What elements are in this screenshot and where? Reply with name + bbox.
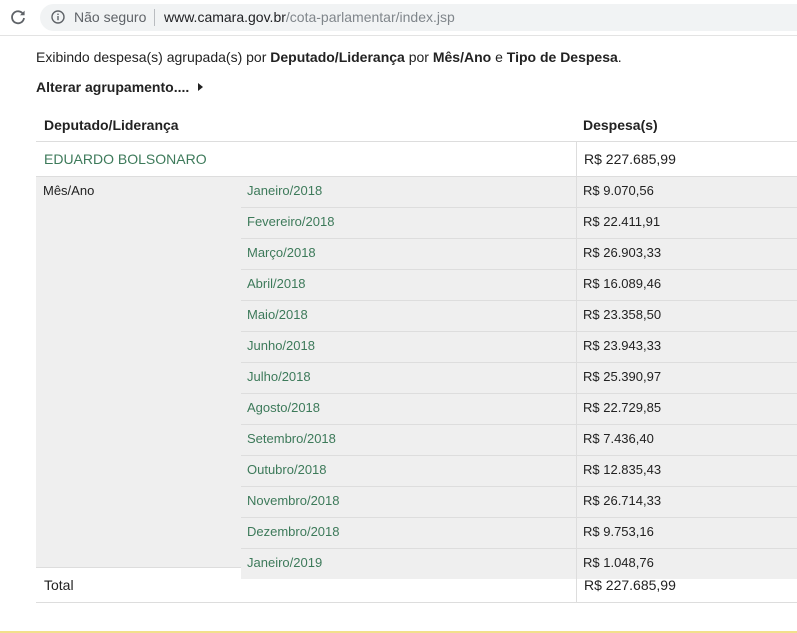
column-divider [576,332,577,362]
address-bar[interactable]: Não seguro www.camara.gov.br/cota-parlam… [40,4,797,31]
month-value: R$ 9.753,16 [583,524,654,539]
summary-prefix: Exibindo despesa(s) agrupada(s) por [36,49,271,65]
deputado-total: R$ 227.685,99 [584,151,676,167]
month-link[interactable]: Agosto/2018 [247,400,320,415]
month-link[interactable]: Novembro/2018 [247,493,340,508]
summary-middle-2: e [491,49,507,65]
month-link[interactable]: Julho/2018 [247,369,311,384]
alter-grouping-label: Alterar agrupamento.... [36,79,190,95]
column-divider [576,425,577,455]
grouping-summary: Exibindo despesa(s) agrupada(s) por Depu… [36,49,622,65]
month-row: Setembro/2018 R$ 7.436,40 [241,425,797,456]
month-link[interactable]: Fevereiro/2018 [247,214,334,229]
month-row: Maio/2018 R$ 23.358,50 [241,301,797,332]
column-divider [576,177,577,207]
month-value: R$ 26.903,33 [583,245,662,260]
info-icon[interactable] [51,10,65,24]
group-label-mes-ano: Mês/Ano [43,183,95,198]
month-value: R$ 23.943,33 [583,338,662,353]
month-row: Março/2018 R$ 26.903,33 [241,239,797,270]
deputado-row: EDUARDO BOLSONARO R$ 227.685,99 [36,142,797,177]
summary-group-deputado: Deputado/Liderança [270,49,405,65]
month-row: Janeiro/2018 R$ 9.070,56 [241,177,797,208]
month-value: R$ 9.070,56 [583,183,654,198]
total-value: R$ 227.685,99 [584,577,676,593]
column-divider [576,487,577,517]
month-row: Abril/2018 R$ 16.089,46 [241,270,797,301]
reload-icon[interactable] [9,8,27,26]
month-value: R$ 16.089,46 [583,276,662,291]
month-value: R$ 22.411,91 [583,214,661,229]
month-value: R$ 26.714,33 [583,493,662,508]
table-header: Deputado/Liderança Despesa(s) [36,108,797,142]
alter-grouping-link[interactable]: Alterar agrupamento.... [36,79,204,95]
month-link[interactable]: Maio/2018 [247,307,308,322]
deputado-name-link[interactable]: EDUARDO BOLSONARO [44,151,207,167]
month-link[interactable]: Março/2018 [247,245,316,260]
security-status[interactable]: Não seguro [74,9,146,25]
column-divider [576,568,577,602]
total-row: Total R$ 227.685,99 [36,568,797,603]
month-link[interactable]: Janeiro/2018 [247,183,322,198]
month-link[interactable]: Setembro/2018 [247,431,336,446]
column-divider [576,270,577,300]
browser-toolbar: Não seguro www.camara.gov.br/cota-parlam… [0,0,797,36]
column-divider [576,394,577,424]
month-value: R$ 25.390,97 [583,369,662,384]
triangle-right-icon [198,83,204,91]
summary-group-mes-ano: Mês/Ano [432,49,492,65]
month-link[interactable]: Abril/2018 [247,276,306,291]
column-divider [576,301,577,331]
month-row: Junho/2018 R$ 23.943,33 [241,332,797,363]
month-value: R$ 22.729,85 [583,400,662,415]
month-row: Julho/2018 R$ 25.390,97 [241,363,797,394]
month-value: R$ 12.835,43 [583,462,662,477]
total-label: Total [44,577,74,593]
column-divider [576,208,577,238]
month-link[interactable]: Dezembro/2018 [247,524,340,539]
month-row: Novembro/2018 R$ 26.714,33 [241,487,797,518]
column-divider [576,456,577,486]
summary-group-tipo: Tipo de Despesa [506,49,618,65]
column-divider [576,363,577,393]
summary-middle-1: por [404,49,433,65]
month-row: Dezembro/2018 R$ 9.753,16 [241,518,797,549]
summary-suffix: . [617,49,622,65]
header-deputado: Deputado/Liderança [44,117,179,133]
column-divider [576,239,577,269]
url-text[interactable]: www.camara.gov.br/cota-parlamentar/index… [164,9,455,25]
column-divider [576,142,577,176]
month-row: Fevereiro/2018 R$ 22.411,91 [241,208,797,239]
month-link[interactable]: Outubro/2018 [247,462,327,477]
url-path: /cota-parlamentar/index.jsp [285,9,455,25]
expenses-table: Deputado/Liderança Despesa(s) EDUARDO BO… [36,108,797,603]
month-row: Agosto/2018 R$ 22.729,85 [241,394,797,425]
header-despesa: Despesa(s) [583,117,658,133]
month-link[interactable]: Junho/2018 [247,338,315,353]
month-value: R$ 23.358,50 [583,307,662,322]
month-list: Janeiro/2018 R$ 9.070,56 Fevereiro/2018 R$ … [241,177,797,579]
month-group: Mês/Ano Janeiro/2018 R$ 9.070,56 Fevereiro… [36,177,797,579]
url-host: www.camara.gov.br [164,9,286,25]
month-row: Outubro/2018 R$ 12.835,43 [241,456,797,487]
url-separator [154,9,155,26]
month-value: R$ 7.436,40 [583,431,654,446]
column-divider [576,518,577,548]
